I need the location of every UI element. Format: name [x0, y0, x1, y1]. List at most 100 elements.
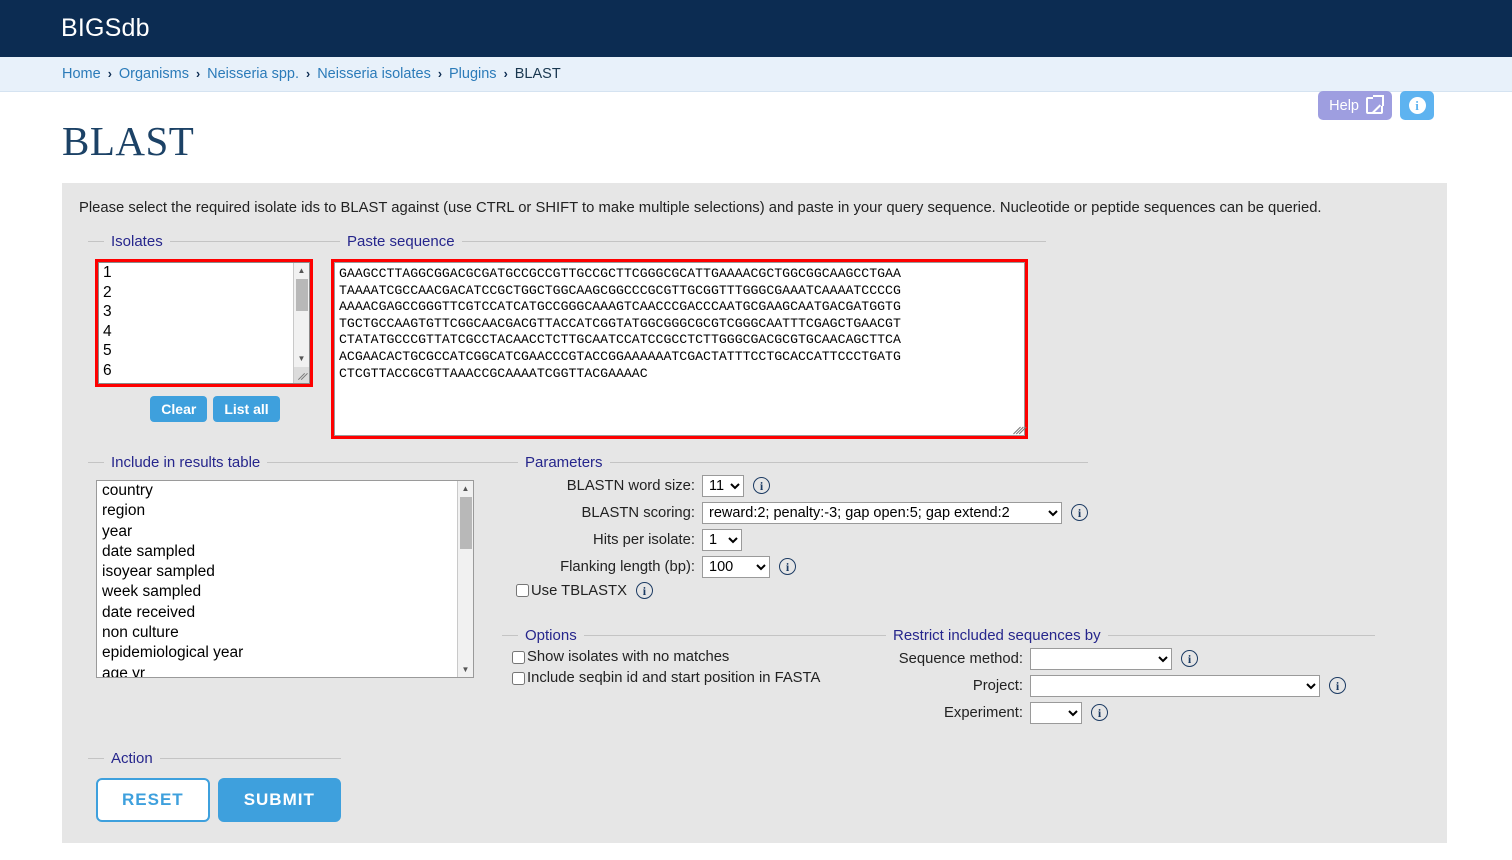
- list-item[interactable]: region: [97, 501, 473, 521]
- word-size-select[interactable]: 11: [702, 474, 744, 497]
- list-item[interactable]: age yr: [97, 664, 473, 677]
- include-results-legend: Include in results table: [111, 454, 261, 471]
- list-item[interactable]: epidemiological year: [97, 643, 473, 663]
- isolates-select[interactable]: 1 2 3 4 5 6 7 ▲ ▼: [98, 262, 310, 384]
- info-icon[interactable]: i: [1329, 677, 1346, 694]
- flanking-length-select[interactable]: 100: [702, 555, 770, 578]
- breadcrumb-separator-icon: ›: [195, 67, 201, 81]
- hits-per-isolate-row: Hits per isolate: 1: [502, 527, 1088, 552]
- help-toolbar: Help i: [1318, 91, 1434, 120]
- scroll-down-icon[interactable]: ▼: [458, 662, 473, 677]
- submit-button[interactable]: SUBMIT: [217, 778, 341, 822]
- info-icon[interactable]: i: [1091, 704, 1108, 721]
- info-button[interactable]: i: [1400, 91, 1434, 120]
- project-label: Project:: [972, 677, 1023, 694]
- hits-per-isolate-label: Hits per isolate:: [593, 531, 695, 548]
- action-button-row: RESET SUBMIT: [96, 778, 341, 822]
- isolates-select-highlight: 1 2 3 4 5 6 7 ▲ ▼: [95, 259, 313, 387]
- scroll-up-icon[interactable]: ▲: [294, 263, 309, 278]
- show-no-matches-checkbox[interactable]: [512, 650, 525, 664]
- breadcrumb-item-organisms[interactable]: Organisms: [119, 66, 189, 82]
- experiment-select[interactable]: [1030, 701, 1082, 724]
- list-item[interactable]: date received: [97, 603, 473, 623]
- options-legend: Options: [525, 627, 577, 644]
- scrollbar-thumb[interactable]: [460, 497, 472, 549]
- scoring-label: BLASTN scoring:: [581, 504, 695, 521]
- hits-per-isolate-select[interactable]: 1: [702, 528, 742, 551]
- info-icon[interactable]: i: [635, 582, 653, 599]
- scroll-down-icon[interactable]: ▼: [294, 351, 309, 366]
- options-fieldset: Options Show isolates with no matches In…: [502, 627, 882, 686]
- include-results-select[interactable]: country region year date sampled isoyear…: [96, 480, 474, 678]
- action-legend: Action: [111, 750, 153, 767]
- page-title: BLAST: [62, 118, 195, 164]
- include-results-scrollbar[interactable]: ▲ ▼: [457, 481, 473, 677]
- use-tblastx-checkbox[interactable]: [516, 584, 529, 597]
- help-button-label: Help: [1329, 97, 1359, 114]
- include-results-fieldset: Include in results table country region …: [88, 454, 508, 678]
- app-brand: BIGSdb: [61, 14, 150, 42]
- project-select[interactable]: [1030, 674, 1320, 697]
- project-row: Project: i: [870, 673, 1375, 698]
- breadcrumb-item-neisseria-isolates[interactable]: Neisseria isolates: [317, 66, 431, 82]
- resize-handle-icon[interactable]: [294, 367, 309, 383]
- paste-sequence-legend: Paste sequence: [347, 233, 455, 250]
- textarea-resize-handle-icon[interactable]: [1011, 422, 1024, 435]
- sequence-textarea-highlight: GAAGCCTTAGGCGGACGCGATGCCGCCGTTGCCGCTTCGG…: [331, 259, 1028, 439]
- list-item[interactable]: 6: [99, 361, 309, 381]
- flanking-length-row: Flanking length (bp): 100 i: [502, 554, 1088, 579]
- scrollbar-thumb[interactable]: [296, 279, 308, 311]
- info-icon[interactable]: i: [753, 477, 770, 494]
- sequence-method-select[interactable]: [1030, 647, 1172, 670]
- breadcrumb-item-home[interactable]: Home: [62, 66, 101, 82]
- blast-form-panel: Please select the required isolate ids t…: [62, 183, 1447, 843]
- list-item[interactable]: 3: [99, 302, 309, 322]
- clear-button[interactable]: Clear: [150, 396, 208, 422]
- breadcrumb-item-plugins[interactable]: Plugins: [449, 66, 497, 82]
- isolates-scrollbar[interactable]: ▲ ▼: [293, 263, 309, 383]
- scoring-row: BLASTN scoring: reward:2; penalty:-3; ga…: [502, 500, 1088, 525]
- use-tblastx-label: Use TBLASTX: [531, 582, 627, 599]
- scroll-up-icon[interactable]: ▲: [458, 481, 473, 496]
- list-item[interactable]: 1: [99, 263, 309, 283]
- info-icon[interactable]: i: [1071, 504, 1088, 521]
- breadcrumb-separator-icon: ›: [306, 67, 311, 81]
- intro-text: Please select the required isolate ids t…: [79, 200, 1322, 216]
- list-item[interactable]: non culture: [97, 623, 473, 643]
- include-results-options: country region year date sampled isoyear…: [97, 481, 473, 677]
- list-item[interactable]: 4: [99, 322, 309, 342]
- experiment-row: Experiment: i: [870, 700, 1375, 725]
- list-item[interactable]: 5: [99, 341, 309, 361]
- list-item[interactable]: country: [97, 481, 473, 501]
- info-icon: i: [1408, 97, 1426, 114]
- list-item[interactable]: isoyear sampled: [97, 562, 473, 582]
- scoring-select[interactable]: reward:2; penalty:-3; gap open:5; gap ex…: [702, 501, 1062, 524]
- info-icon[interactable]: i: [1181, 650, 1198, 667]
- breadcrumb-separator-icon: ›: [503, 67, 508, 81]
- list-item[interactable]: 7: [99, 380, 309, 383]
- reset-button[interactable]: RESET: [96, 778, 210, 822]
- action-fieldset: Action RESET SUBMIT: [88, 750, 341, 822]
- info-icon[interactable]: i: [779, 558, 796, 575]
- list-all-button[interactable]: List all: [213, 396, 280, 422]
- breadcrumb-item-neisseria-spp[interactable]: Neisseria spp.: [207, 66, 299, 82]
- help-button[interactable]: Help: [1318, 91, 1392, 120]
- sequence-method-label: Sequence method:: [898, 650, 1023, 667]
- isolates-legend: Isolates: [111, 233, 163, 250]
- list-item[interactable]: week sampled: [97, 582, 473, 602]
- use-tblastx-row: Use TBLASTX i: [516, 582, 1088, 599]
- list-item[interactable]: year: [97, 522, 473, 542]
- list-item[interactable]: date sampled: [97, 542, 473, 562]
- external-link-icon: [1366, 95, 1384, 114]
- experiment-label: Experiment:: [944, 704, 1023, 721]
- parameters-fieldset: Parameters BLASTN word size: 11 i BLASTN…: [502, 454, 1088, 599]
- sequence-textarea[interactable]: GAAGCCTTAGGCGGACGCGATGCCGCCGTTGCCGCTTCGG…: [334, 262, 1025, 436]
- include-seqbin-checkbox[interactable]: [512, 671, 525, 685]
- isolates-button-row: Clear List all: [88, 396, 335, 422]
- word-size-row: BLASTN word size: 11 i: [502, 473, 1088, 498]
- include-seqbin-row: Include seqbin id and start position in …: [512, 670, 882, 686]
- show-no-matches-label: Show isolates with no matches: [527, 649, 730, 665]
- list-item[interactable]: 2: [99, 283, 309, 303]
- sequence-method-row: Sequence method: i: [870, 646, 1375, 671]
- breadcrumb-separator-icon: ›: [107, 67, 112, 81]
